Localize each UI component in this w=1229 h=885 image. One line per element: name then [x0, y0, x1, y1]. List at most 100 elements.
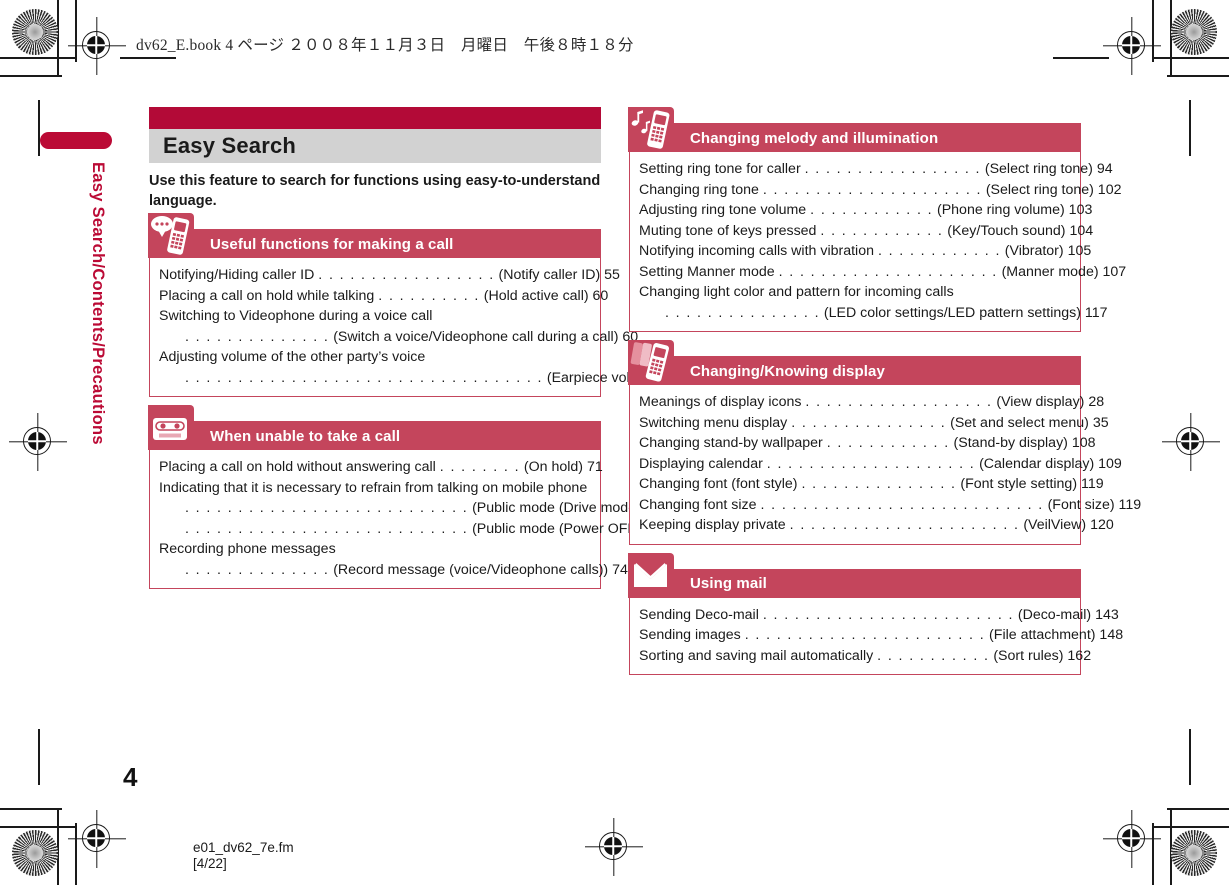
- entry-label: Placing a call on hold while talking: [159, 287, 375, 304]
- toc-entry: Meanings of display icons . . . . . . . …: [639, 392, 1104, 413]
- toc-entry: Placing a call on hold without answering…: [159, 457, 603, 478]
- leader-dots: . . . . . . . . . . . . . . .: [791, 414, 947, 431]
- section-body: Notifying/Hiding caller ID . . . . . . .…: [150, 258, 682, 396]
- leader-dots: . . . . . . . . . . . . . . . . . .: [805, 394, 993, 410]
- side-tab: Easy Search/Contents/Precautions: [40, 132, 116, 470]
- crop-line: [1167, 808, 1229, 810]
- entry-label: Muting tone of keys pressed: [639, 222, 817, 239]
- toc-entry: Setting ring tone for caller . . . . . .…: [639, 159, 1113, 180]
- entry-label: Switching menu display: [639, 414, 788, 431]
- section-title: Changing/Knowing display: [690, 362, 885, 380]
- entry-continuation: . . . . . . . . . . . . . . (Switch a vo…: [159, 327, 638, 348]
- entry-reference: (Hold active call) 60: [483, 287, 609, 304]
- density-target: [1171, 830, 1217, 876]
- trim-line: [1189, 729, 1191, 785]
- registration-mark: [585, 818, 643, 876]
- toc-entry: Sorting and saving mail automatically . …: [639, 646, 1091, 667]
- toc-entry: Indicating that it is necessary to refra…: [159, 478, 665, 540]
- entry-label: Switching to Videophone during a voice c…: [159, 308, 433, 324]
- entry-label: Changing light color and pattern for inc…: [639, 284, 954, 300]
- section-body: Meanings of display icons . . . . . . . …: [630, 385, 1141, 544]
- footer-file-info: e01_dv62_7e.fm [4/22]: [193, 840, 294, 872]
- section-when-unable-to-take-a-call: When unable to take a call Placing a cal…: [148, 405, 665, 589]
- section-changing-knowing-display: Changing/Knowing display Meanings of dis…: [628, 340, 1141, 545]
- entry-label: Displaying calendar: [639, 455, 763, 472]
- entry-continuation: . . . . . . . . . . . . . . (Record mess…: [159, 560, 628, 581]
- toc-entry: Changing light color and pattern for inc…: [639, 282, 1108, 323]
- trim-line: [120, 57, 176, 59]
- phone-music-notes-icon: [628, 107, 675, 152]
- page-title-block: Easy Search: [149, 107, 601, 163]
- leader-dots: . . . . . . . . . . . .: [877, 243, 1001, 259]
- section-title: Changing melody and illumination: [690, 129, 939, 147]
- section-header: Using mail: [628, 552, 1080, 598]
- section-using-mail: Using mail Sending Deco-mail . . . . . .…: [628, 552, 1123, 675]
- right-column: Changing melody and illumination Setting…: [628, 107, 1141, 675]
- entry-label: Sending images: [639, 627, 741, 643]
- trim-line: [38, 729, 40, 785]
- entry-reference: (File attachment) 148: [989, 627, 1124, 643]
- leader-dots: . . . . . . . . . . . .: [820, 222, 944, 239]
- entry-label: Changing font size: [639, 496, 757, 513]
- phone-speech-bubble-icon: [148, 213, 195, 258]
- left-column: Easy Search Use this feature to search f…: [148, 107, 682, 589]
- leader-dots: . . . . . . . . . . . . . . . . . . . . …: [744, 627, 986, 643]
- trim-line: [1053, 57, 1109, 59]
- entry-label: Adjusting volume of the other party’s vo…: [159, 349, 426, 365]
- footer-page-ref: [4/22]: [193, 856, 227, 871]
- entry-reference: (Manner mode) 107: [1001, 263, 1127, 280]
- crop-line: [0, 75, 62, 77]
- entry-label: Recording phone messages: [159, 541, 336, 557]
- entry-label: Keeping display private: [639, 517, 786, 533]
- leader-dots: . . . . . . . . . . . . . . . . . . . . …: [762, 606, 1014, 623]
- crop-line: [0, 826, 76, 828]
- section-title: When unable to take a call: [210, 427, 401, 445]
- leader-dots: . . . . . . . . . . . . . .: [185, 328, 330, 345]
- entry-reference: (Font style setting) 119: [960, 476, 1104, 492]
- section-header: When unable to take a call: [148, 405, 600, 450]
- leader-dots: . . . . . . . . . . . . . . . . . . . . …: [760, 496, 1044, 513]
- crop-line: [1153, 57, 1229, 59]
- page-title: Easy Search: [163, 133, 297, 158]
- toc-entry: Setting Manner mode . . . . . . . . . . …: [639, 262, 1126, 283]
- section-title: Using mail: [690, 575, 767, 592]
- entry-label: Setting ring tone for caller: [639, 161, 801, 177]
- entry-reference: (Switch a voice/Videophone call during a…: [333, 328, 639, 345]
- entry-reference: (View display) 28: [996, 394, 1105, 410]
- section-body: Sending Deco-mail . . . . . . . . . . . …: [630, 598, 1123, 675]
- entry-label: Changing font (font style): [639, 476, 798, 492]
- crop-line: [0, 808, 62, 810]
- leader-dots: . . . . . . . . . . . . . . . . . . . . …: [778, 263, 998, 280]
- crop-line: [1153, 826, 1229, 828]
- cassette-tape-icon: [148, 405, 195, 450]
- toc-entry: Changing ring tone . . . . . . . . . . .…: [639, 180, 1121, 201]
- entry-reference: (Select ring tone) 102: [985, 181, 1122, 198]
- leader-dots: . . . . . . . . . . . . . . . . . . . .: [766, 455, 976, 472]
- density-target: [12, 9, 58, 55]
- crop-line: [0, 57, 76, 59]
- entry-label: Meanings of display icons: [639, 394, 802, 410]
- entry-label: Notifying/Hiding caller ID: [159, 267, 315, 283]
- section-changing-melody-and-illumination: Changing melody and illumination Setting…: [628, 107, 1126, 332]
- registration-mark: [9, 413, 67, 471]
- density-target: [12, 830, 58, 876]
- entry-reference: (Phone ring volume) 103: [936, 202, 1093, 218]
- leader-dots: . . . . . . . . . . .: [877, 647, 990, 664]
- intro-text: Use this feature to search for functions…: [149, 173, 601, 209]
- leader-dots: . . . . . . . . . . . .: [826, 435, 950, 451]
- toc-entry: Muting tone of keys pressed . . . . . . …: [639, 221, 1093, 242]
- entry-continuation: . . . . . . . . . . . . . . . . . . . . …: [159, 519, 665, 540]
- toc-entry: Adjusting ring tone volume . . . . . . .…: [639, 200, 1092, 221]
- leader-dots: . . . . . . . . . . . . . . . . .: [318, 267, 495, 283]
- leader-dots: . . . . . . . . . . . . . . . . .: [804, 161, 981, 177]
- entry-reference: (Sort rules) 162: [993, 647, 1092, 664]
- section-header: Changing/Knowing display: [628, 340, 1080, 385]
- toc-entry: Recording phone messages . . . . . . . .…: [159, 539, 628, 581]
- entry-label: Changing ring tone: [639, 181, 759, 198]
- entry-reference: (Key/Touch sound) 104: [947, 222, 1094, 239]
- toc-entry: Changing stand-by wallpaper . . . . . . …: [639, 433, 1096, 454]
- section-title: Useful functions for making a call: [210, 235, 454, 253]
- section-body: Setting ring tone for caller . . . . . .…: [630, 152, 1126, 331]
- section-header: Useful functions for making a call: [148, 213, 600, 258]
- entry-label: Indicating that it is necessary to refra…: [159, 479, 588, 496]
